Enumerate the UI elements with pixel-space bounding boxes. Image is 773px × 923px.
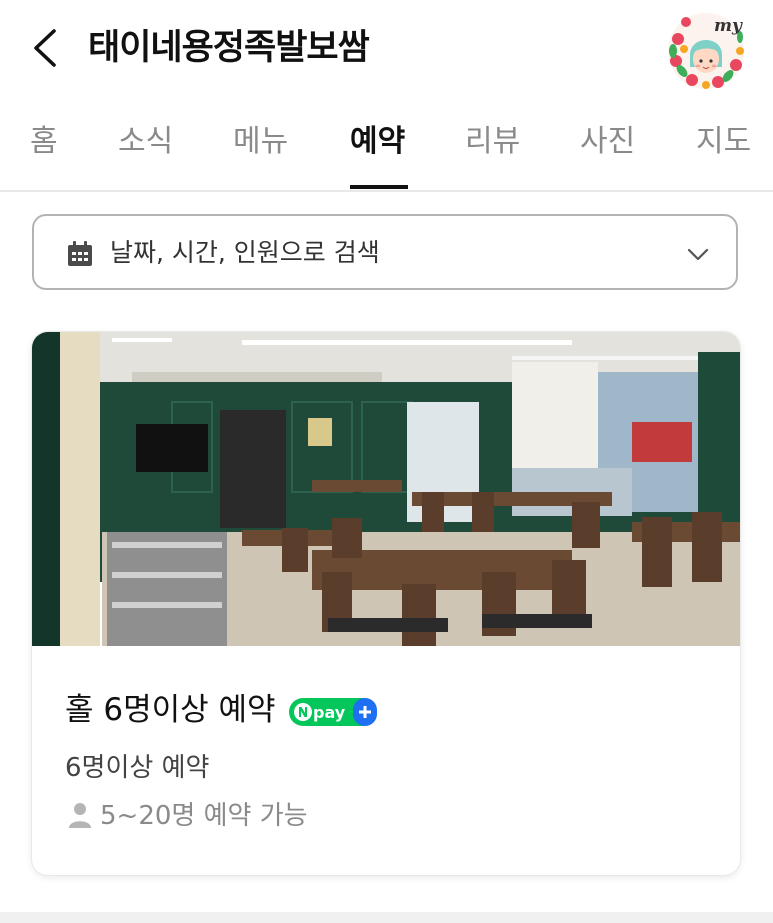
active-tab-indicator bbox=[350, 185, 408, 189]
chevron-down-icon bbox=[687, 248, 709, 261]
npay-badge: pay bbox=[289, 698, 377, 726]
date-time-party-search[interactable]: 날짜, 시간, 인원으로 검색 bbox=[32, 214, 738, 290]
tab-menu[interactable]: 메뉴 bbox=[233, 120, 288, 164]
tab-review[interactable]: 리뷰 bbox=[465, 120, 520, 164]
header: 태이네용정족발보쌈 my bbox=[0, 0, 773, 100]
my-profile-avatar[interactable]: my bbox=[664, 9, 748, 91]
tab-home[interactable]: 홈 bbox=[30, 120, 58, 164]
capacity-text: 5~20명 예약 가능 bbox=[100, 801, 308, 831]
reservation-title: 홀 6명이상 예약 bbox=[65, 692, 276, 728]
tab-map[interactable]: 지도 bbox=[696, 120, 751, 164]
tab-photo[interactable]: 사진 bbox=[580, 120, 635, 164]
reservation-subtitle: 6명이상 예약 bbox=[65, 753, 210, 783]
back-arrow-icon[interactable] bbox=[28, 26, 64, 70]
restaurant-interior-photo bbox=[32, 332, 740, 646]
page-title: 태이네용정족발보쌈 bbox=[88, 28, 370, 68]
person-icon bbox=[69, 803, 91, 828]
tab-reservation[interactable]: 예약 bbox=[350, 120, 405, 164]
my-badge-text: my bbox=[714, 16, 743, 36]
calendar-icon bbox=[68, 241, 92, 266]
section-divider bbox=[0, 912, 773, 923]
tab-news[interactable]: 소식 bbox=[118, 120, 173, 164]
tab-bar: 홈 소식 메뉴 예약 리뷰 사진 지도 bbox=[0, 106, 773, 192]
npay-badge-text: pay bbox=[313, 703, 346, 722]
search-placeholder: 날짜, 시간, 인원으로 검색 bbox=[110, 238, 380, 267]
reservation-card[interactable]: 홀 6명이상 예약 pay 6명이상 예약 5~20명 예약 가능 bbox=[32, 332, 740, 875]
